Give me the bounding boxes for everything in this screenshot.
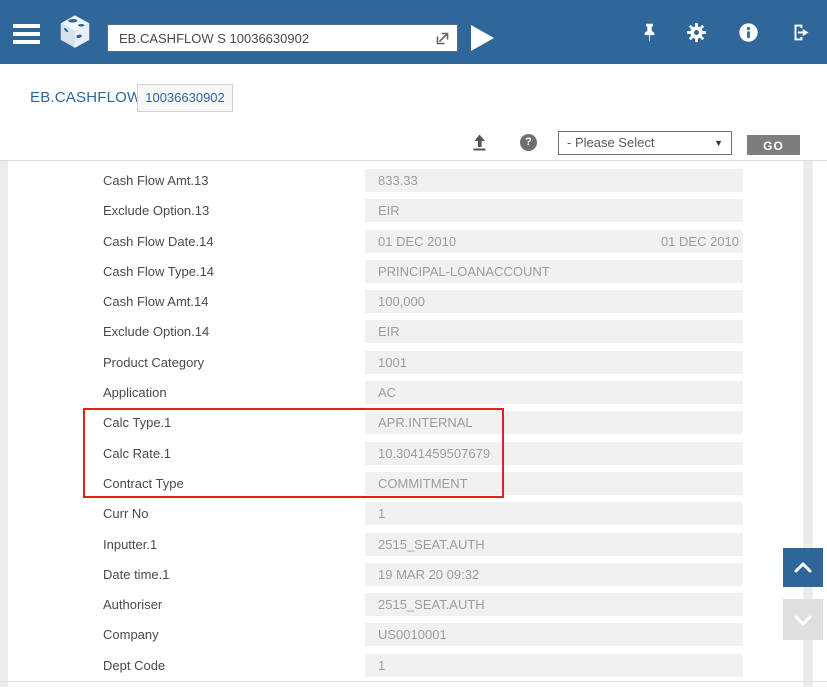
field-value: COMMITMENT: [378, 472, 468, 495]
field-value-box: 2515_SEAT.AUTH: [365, 533, 743, 556]
field-value: EIR: [378, 199, 400, 222]
gear-icon[interactable]: [686, 22, 707, 43]
field-label: Date time.1: [103, 563, 169, 586]
field-label: Company: [103, 623, 159, 646]
help-icon[interactable]: ?: [520, 134, 537, 151]
field-value: 1001: [378, 351, 407, 374]
field-value: EIR: [378, 320, 400, 343]
field-value-box: 100,000: [365, 290, 743, 313]
record-id-badge: 10036630902: [137, 84, 233, 112]
form-row: Calc Type.1 APR.INTERNAL: [0, 411, 827, 434]
form-row: Cash Flow Amt.14 100,000: [0, 290, 827, 313]
field-value: 100,000: [378, 290, 425, 313]
field-label: Product Category: [103, 351, 204, 374]
field-value-box: 1: [365, 654, 743, 677]
field-value: AC: [378, 381, 396, 404]
chevron-up-icon: [791, 556, 815, 580]
form-row: Exclude Option.13 EIR: [0, 199, 827, 222]
action-select-value: - Please Select: [567, 135, 654, 150]
field-value-box: 01 DEC 2010 01 DEC 2010: [365, 230, 743, 253]
form-row: Application AC: [0, 381, 827, 404]
action-select-dropdown[interactable]: - Please Select ▼: [558, 131, 732, 155]
field-label: Cash Flow Date.14: [103, 230, 214, 253]
app-window: EB.CASHFLOW 10036630902 ? - Please Selec…: [0, 0, 827, 687]
field-value-box: EIR: [365, 199, 743, 222]
field-label: Exclude Option.14: [103, 320, 209, 343]
field-value-box: 1001: [365, 351, 743, 374]
top-header-bar: [0, 0, 827, 64]
form-row: Company US0010001: [0, 623, 827, 646]
bottom-edge-line: [0, 681, 827, 682]
chevron-down-icon: ▼: [714, 132, 723, 154]
field-value-box: APR.INTERNAL: [365, 411, 743, 434]
field-label: Contract Type: [103, 472, 184, 495]
form-row: Product Category 1001: [0, 351, 827, 374]
form-row: Date time.1 19 MAR 20 09:32: [0, 563, 827, 586]
hamburger-menu-icon[interactable]: [13, 24, 40, 44]
field-value-box: EIR: [365, 320, 743, 343]
field-label: Cash Flow Amt.13: [103, 169, 209, 192]
sign-out-icon[interactable]: [791, 22, 812, 43]
field-value: 19 MAR 20 09:32: [378, 563, 479, 586]
form-row: Exclude Option.14 EIR: [0, 320, 827, 343]
field-value: 1: [378, 502, 385, 525]
form-row: Calc Rate.1 10.3041459507679: [0, 442, 827, 465]
scroll-to-bottom-button[interactable]: [783, 599, 823, 640]
field-label: Calc Type.1: [103, 411, 171, 434]
form-row: Dept Code 1: [0, 654, 827, 677]
content-top-divider: [0, 160, 827, 161]
info-icon[interactable]: [738, 22, 759, 43]
field-value: US0010001: [378, 623, 447, 646]
form-row: Cash Flow Type.14 PRINCIPAL-LOANACCOUNT: [0, 260, 827, 283]
field-value-box: AC: [365, 381, 743, 404]
field-value: 2515_SEAT.AUTH: [378, 533, 485, 556]
globe-cube-logo-icon: [56, 13, 94, 51]
field-value-right: 01 DEC 2010: [661, 230, 739, 253]
form-row: Curr No 1: [0, 502, 827, 525]
open-in-window-icon[interactable]: [434, 30, 451, 47]
form-row: Authoriser 2515_SEAT.AUTH: [0, 593, 827, 616]
field-label: Exclude Option.13: [103, 199, 209, 222]
field-value-box: 19 MAR 20 09:32: [365, 563, 743, 586]
field-label: Dept Code: [103, 654, 165, 677]
field-value: 10.3041459507679: [378, 442, 490, 465]
scroll-to-top-button[interactable]: [783, 548, 823, 587]
field-label: Cash Flow Amt.14: [103, 290, 209, 313]
form-rows: Cash Flow Amt.13833.33Exclude Option.13E…: [0, 169, 827, 684]
field-value-box: PRINCIPAL-LOANACCOUNT: [365, 260, 743, 283]
field-value: 01 DEC 2010: [378, 230, 456, 253]
field-value: 1: [378, 654, 385, 677]
field-value-box: 10.3041459507679: [365, 442, 743, 465]
field-value-box: 1: [365, 502, 743, 525]
form-row: Cash Flow Amt.13 833.33: [0, 169, 827, 192]
field-value-box: US0010001: [365, 623, 743, 646]
pin-icon[interactable]: [639, 22, 660, 43]
field-value-box: COMMITMENT: [365, 472, 743, 495]
field-value-box: 833.33: [365, 169, 743, 192]
field-value: PRINCIPAL-LOANACCOUNT: [378, 260, 550, 283]
field-label: Cash Flow Type.14: [103, 260, 214, 283]
field-label: Inputter.1: [103, 533, 157, 556]
field-label: Curr No: [103, 502, 149, 525]
field-value: APR.INTERNAL: [378, 411, 473, 434]
field-label: Calc Rate.1: [103, 442, 171, 465]
field-value-box: 2515_SEAT.AUTH: [365, 593, 743, 616]
field-label: Application: [103, 381, 167, 404]
go-button[interactable]: GO: [747, 135, 800, 155]
field-label: Authoriser: [103, 593, 162, 616]
field-value: 2515_SEAT.AUTH: [378, 593, 485, 616]
form-row: Cash Flow Date.14 01 DEC 2010 01 DEC 2010: [0, 230, 827, 253]
form-row: Inputter.1 2515_SEAT.AUTH: [0, 533, 827, 556]
chevron-down-icon: [791, 608, 815, 632]
upload-icon[interactable]: [470, 133, 489, 152]
form-row: Contract Type COMMITMENT: [0, 472, 827, 495]
field-value: 833.33: [378, 169, 418, 192]
command-line-input[interactable]: [107, 24, 458, 52]
record-title: EB.CASHFLOW: [30, 89, 141, 106]
run-command-button[interactable]: [471, 25, 494, 51]
